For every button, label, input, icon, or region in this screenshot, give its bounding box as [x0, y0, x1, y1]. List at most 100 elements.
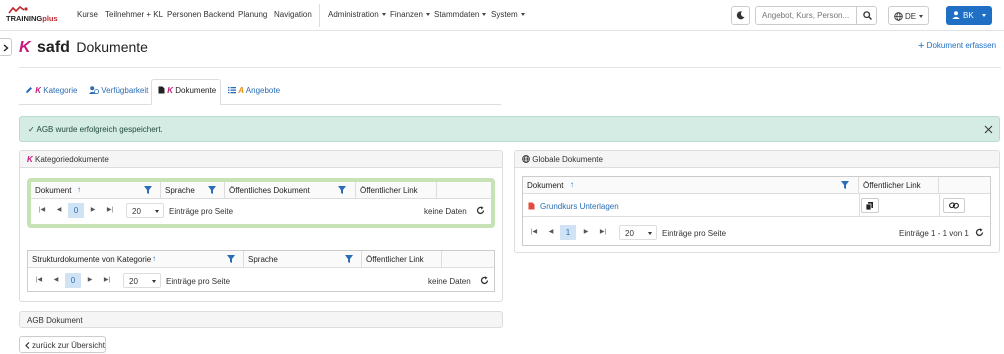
filter-icon[interactable] [208, 186, 216, 194]
next-page-icon[interactable]: ▶ [83, 273, 97, 288]
empty-label: keine Daten [428, 277, 471, 286]
filter-icon[interactable] [144, 186, 152, 194]
col-oeffentliches-dokument[interactable]: Öffentliches Dokument [225, 182, 356, 198]
nav-teilnehmer[interactable]: Teilnehmer + KL [105, 10, 163, 19]
last-page-icon[interactable]: ▶| [103, 203, 117, 218]
first-page-icon[interactable]: |◀ [35, 203, 49, 218]
col-oeffentlicher-link-label: Öffentlicher Link [360, 186, 418, 195]
sort-up-icon[interactable]: ↑ [152, 254, 156, 263]
document-link[interactable]: Grundkurs Unterlagen [540, 202, 619, 211]
global-documents-grid: Dokument ↑ Öffentlicher Link Grundkurs U… [522, 176, 991, 246]
nav-stammdaten-dropdown[interactable]: Stammdaten [434, 10, 486, 19]
category-documents-grid: Dokument ↑ Sprache Öffentliches Dokument… [27, 178, 495, 228]
tab-angebote-label: Angebote [245, 86, 281, 95]
first-page-icon[interactable]: |◀ [527, 225, 541, 240]
last-page-icon[interactable]: ▶| [596, 225, 610, 240]
check-icon: ✓ [28, 125, 35, 134]
col-strukturdokumente[interactable]: Strukturdokumente von Kategorie ↑ [28, 251, 244, 267]
language-dropdown[interactable]: DE [888, 6, 929, 25]
back-button-label: zurück zur Übersicht [32, 341, 105, 350]
panel-title: K Kategoriedokumente [27, 155, 109, 164]
filter-icon[interactable] [841, 181, 849, 189]
link-button[interactable] [943, 198, 965, 213]
col-dokument[interactable]: Dokument ↑ [523, 177, 859, 193]
refresh-icon[interactable] [975, 228, 984, 237]
page-number[interactable]: 0 [68, 203, 84, 218]
tab-kategorie-letter: K [35, 86, 42, 95]
per-page-label: Einträge pro Seite [166, 277, 231, 286]
user-clock-icon [89, 86, 100, 95]
kategorie-documents-panel: K Kategoriedokumente Dokument ↑ Sprache … [19, 150, 503, 302]
user-icon [952, 11, 960, 19]
page-size-select[interactable]: 20 [123, 273, 161, 288]
close-icon[interactable] [984, 125, 993, 134]
structure-documents-grid: Strukturdokumente von Kategorie ↑ Sprach… [27, 250, 495, 292]
filter-icon[interactable] [227, 255, 235, 263]
success-alert: ✓ AGB wurde erfolgreich gespeichert. [19, 116, 1000, 142]
user-menu-button[interactable]: BK [946, 6, 992, 25]
refresh-icon[interactable] [476, 206, 485, 215]
pencil-icon [26, 87, 32, 93]
page-size-value: 20 [132, 207, 141, 216]
last-page-icon[interactable]: ▶| [100, 273, 114, 288]
page-number[interactable]: 1 [560, 225, 576, 240]
first-page-icon[interactable]: |◀ [32, 273, 46, 288]
nav-navigation[interactable]: Navigation [274, 10, 312, 19]
page-number[interactable]: 0 [65, 273, 81, 288]
col-sprache-label: Sprache [248, 255, 278, 264]
nav-finanzen-dropdown[interactable]: Finanzen [390, 10, 430, 19]
brand-suffix: plus [42, 14, 58, 23]
chevron-down-icon [155, 210, 159, 213]
nav-administration-dropdown[interactable]: Administration [328, 10, 386, 19]
copy-button[interactable] [861, 198, 879, 213]
col-sprache[interactable]: Sprache [244, 251, 362, 267]
chevron-down-icon [982, 14, 986, 17]
tab-verfuegbarkeit[interactable]: Verfügbarkeit [89, 86, 148, 95]
search-icon [863, 11, 872, 20]
filter-icon[interactable] [338, 186, 346, 194]
tab-angebote[interactable]: A Angebote [228, 86, 280, 95]
refresh-icon[interactable] [480, 276, 489, 285]
col-oeffentlicher-link[interactable]: Öffentlicher Link [859, 177, 939, 193]
tab-dokumente-label: Dokumente [175, 86, 217, 95]
brand-logo[interactable]: TRAININGplus [5, 6, 67, 25]
col-strukturdokumente-label: Strukturdokumente von Kategorie [32, 255, 152, 264]
search-input[interactable] [756, 7, 857, 24]
search-button[interactable] [857, 7, 877, 24]
tab-dokumente[interactable]: K Dokumente [158, 86, 216, 95]
entity-name: safd [37, 39, 70, 56]
nav-planung[interactable]: Planung [238, 10, 267, 19]
col-oeffentlicher-link[interactable]: Öffentlicher Link [356, 182, 437, 198]
prev-page-icon[interactable]: ◀ [49, 273, 63, 288]
prev-page-icon[interactable]: ◀ [544, 225, 558, 240]
page-size-select[interactable]: 20 [619, 225, 657, 240]
back-to-overview-button[interactable]: zurück zur Übersicht [19, 336, 106, 353]
col-oeffentlicher-link[interactable]: Öffentlicher Link [362, 251, 442, 267]
page-size-select[interactable]: 20 [126, 203, 164, 218]
sidebar-toggle[interactable] [0, 38, 12, 56]
moon-icon [736, 11, 745, 20]
col-sprache[interactable]: Sprache [161, 182, 225, 198]
title-divider [19, 67, 1001, 68]
alert-text: AGB wurde erfolgreich gespeichert. [36, 125, 163, 134]
next-page-icon[interactable]: ▶ [86, 203, 100, 218]
tab-kategorie[interactable]: K Kategorie [25, 86, 78, 95]
nav-personen-backend[interactable]: Personen Backend [167, 10, 235, 19]
sort-up-icon[interactable]: ↑ [77, 185, 81, 194]
col-dokument[interactable]: Dokument ↑ [31, 182, 161, 198]
prev-page-icon[interactable]: ◀ [52, 203, 66, 218]
agb-document-panel[interactable]: AGB Dokument [19, 311, 503, 328]
dark-mode-toggle[interactable] [731, 6, 750, 25]
next-page-icon[interactable]: ▶ [579, 225, 593, 240]
add-document-button[interactable]: + Dokument erfassen [918, 40, 996, 52]
col-oeffentlicher-link-label: Öffentlicher Link [863, 181, 921, 190]
col-sprache-label: Sprache [165, 186, 195, 195]
page-size-value: 20 [129, 277, 138, 286]
globe-icon [894, 12, 903, 21]
nav-kurse[interactable]: Kurse [77, 10, 98, 19]
filter-icon[interactable] [345, 255, 353, 263]
cell-divider [939, 194, 940, 217]
pager-summary: Einträge 1 - 1 von 1 [899, 229, 969, 238]
nav-system-dropdown[interactable]: System [491, 10, 525, 19]
sort-up-icon[interactable]: ↑ [570, 180, 574, 189]
